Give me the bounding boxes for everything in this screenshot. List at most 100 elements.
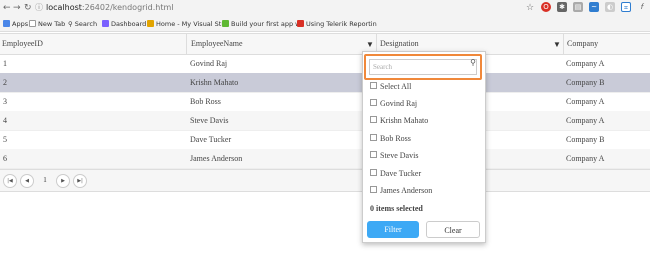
bookmark-label: New Tab — [38, 20, 66, 28]
apps-grid-icon — [3, 20, 10, 27]
column-header-company[interactable]: Company — [565, 34, 598, 54]
bookmark-search[interactable]: ⚲ Search — [68, 19, 97, 29]
search-icon[interactable]: ⚲ — [470, 58, 476, 67]
search-highlight-box: Search ⚲ — [364, 54, 482, 80]
table-row[interactable]: 1 Govind Raj Company A — [0, 54, 650, 74]
next-page-icon[interactable]: ▶ — [56, 174, 70, 188]
employee-name-cell: Govind Raj — [190, 59, 228, 68]
employee-id-cell: 2 — [3, 78, 7, 87]
bookmark-label: Build your first app w — [231, 20, 301, 28]
clear-button[interactable]: Clear — [426, 221, 480, 238]
option-label: Krishn Mahato — [380, 116, 429, 125]
option-label: Govind Raj — [380, 99, 418, 108]
extension-icon[interactable]: ◐ — [605, 2, 615, 12]
employee-id-cell: 5 — [3, 135, 7, 144]
column-header-employeename[interactable]: EmployeeName — [189, 34, 243, 54]
bookmark-telerik[interactable]: Using Telerik Reportin — [297, 19, 377, 29]
filter-option[interactable]: Bob Ross — [370, 132, 411, 146]
filter-option[interactable]: Krishn Mahato — [370, 114, 428, 128]
employee-name-cell: Krishn Mahato — [190, 78, 239, 87]
option-label: Dave Tucker — [380, 169, 422, 178]
employee-id-cell: 3 — [3, 97, 7, 106]
youtube-icon — [297, 20, 304, 27]
bookmark-dashboard[interactable]: Dashboard — [102, 19, 146, 29]
column-divider — [186, 34, 187, 54]
bookmark-star-icon[interactable]: ☆ — [526, 3, 534, 13]
page-info-icon[interactable]: ⓘ — [35, 3, 43, 12]
company-cell: Company B — [566, 78, 605, 87]
last-page-icon[interactable]: ▶| — [73, 174, 87, 188]
extension-icon[interactable]: ▤ — [573, 2, 583, 12]
option-label: Select All — [380, 82, 412, 91]
option-label: Bob Ross — [380, 134, 411, 143]
reload-icon[interactable]: ↻ — [24, 3, 32, 13]
employee-id-cell: 6 — [3, 154, 7, 163]
option-label: Steve Davis — [380, 151, 419, 160]
extension-icon[interactable]: ⌗ — [621, 2, 631, 12]
bookmark-label: Using Telerik Reportin — [306, 20, 377, 28]
search-icon: ⚲ — [68, 20, 73, 28]
filter-search-input[interactable]: Search — [369, 59, 477, 75]
browser-toolbar: ← → ↻ ⓘ localhost:26402/kendogrid.html ☆ … — [0, 0, 650, 17]
filter-option-select-all[interactable]: Select All — [370, 80, 411, 94]
back-icon[interactable]: ← — [3, 3, 11, 13]
bookmark-label: Apps — [12, 20, 29, 28]
filter-icon[interactable]: ▼ — [366, 40, 374, 49]
checkbox[interactable] — [370, 99, 377, 106]
checkbox[interactable] — [370, 186, 377, 193]
checkbox[interactable] — [370, 169, 377, 176]
filter-button[interactable]: Filter — [367, 221, 419, 238]
current-page-number[interactable]: 1 — [38, 173, 52, 187]
url-path: :26402/kendogrid.html — [81, 3, 174, 12]
bookmark-visual-studio[interactable]: Home - My Visual Stu — [147, 19, 225, 29]
table-row[interactable]: 3 Bob Ross Company A — [0, 92, 650, 112]
column-header-employeeid[interactable]: EmployeeID — [0, 34, 43, 54]
selected-count: 0 items selected — [370, 204, 423, 213]
bookmark-build-app[interactable]: Build your first app w — [222, 19, 300, 29]
extension-icon[interactable]: ✱ — [557, 2, 567, 12]
xamarin-icon — [222, 20, 229, 27]
bookmark-new-tab[interactable]: New Tab — [29, 19, 65, 29]
first-page-icon[interactable]: |◀ — [3, 174, 17, 188]
page-icon — [29, 20, 36, 27]
checkbox[interactable] — [370, 82, 377, 89]
forward-icon[interactable]: → — [13, 3, 21, 13]
grid-pager: |◀ ◀ 1 ▶ ▶| — [0, 169, 650, 192]
filter-option[interactable]: Govind Raj — [370, 97, 417, 111]
table-row[interactable]: 6 James Anderson Company A — [0, 149, 650, 169]
company-cell: Company A — [566, 59, 605, 68]
checkbox[interactable] — [370, 134, 377, 141]
bookmark-apps[interactable]: Apps — [3, 19, 28, 29]
bookmark-label: Dashboard — [111, 20, 147, 28]
filter-icon[interactable]: ▼ — [553, 40, 561, 49]
checkbox[interactable] — [370, 151, 377, 158]
bookmarks-bar: Apps New Tab ⚲ Search Dashboard Home - My… — [0, 17, 650, 32]
grid-header: EmployeeID EmployeeName ▼ Designation ▼ … — [0, 33, 650, 55]
formula-extension-icon[interactable]: f — [637, 2, 647, 12]
column-divider — [563, 34, 564, 54]
company-cell: Company A — [566, 116, 605, 125]
address-bar[interactable]: ⓘ localhost:26402/kendogrid.html — [35, 2, 555, 14]
filter-option[interactable]: James Anderson — [370, 184, 432, 198]
previous-page-icon[interactable]: ◀ — [20, 174, 34, 188]
dashboard-icon — [102, 20, 109, 27]
table-row[interactable]: 4 Steve Davis Company A — [0, 111, 650, 131]
table-row[interactable]: 5 Dave Tucker Company B — [0, 130, 650, 150]
extension-icon[interactable]: ~ — [589, 2, 599, 12]
filter-option[interactable]: Dave Tucker — [370, 167, 421, 181]
company-cell: Company A — [566, 97, 605, 106]
filter-option[interactable]: Steve Davis — [370, 149, 418, 163]
url-host: localhost — [46, 3, 82, 12]
opera-extension-icon[interactable]: O — [541, 2, 551, 12]
bookmark-label: Home - My Visual Stu — [156, 20, 226, 28]
checkbox[interactable] — [370, 116, 377, 123]
table-row-selected[interactable]: 2 Krishn Mahato Company B — [0, 73, 650, 93]
employee-grid: EmployeeID EmployeeName ▼ Designation ▼ … — [0, 33, 650, 194]
company-cell: Company B — [566, 135, 605, 144]
bookmark-label: Search — [74, 20, 98, 28]
employee-name-cell: Bob Ross — [190, 97, 221, 106]
employee-id-cell: 1 — [3, 59, 7, 68]
option-label: James Anderson — [380, 186, 433, 195]
employee-id-cell: 4 — [3, 116, 7, 125]
employee-name-cell: James Anderson — [190, 154, 243, 163]
